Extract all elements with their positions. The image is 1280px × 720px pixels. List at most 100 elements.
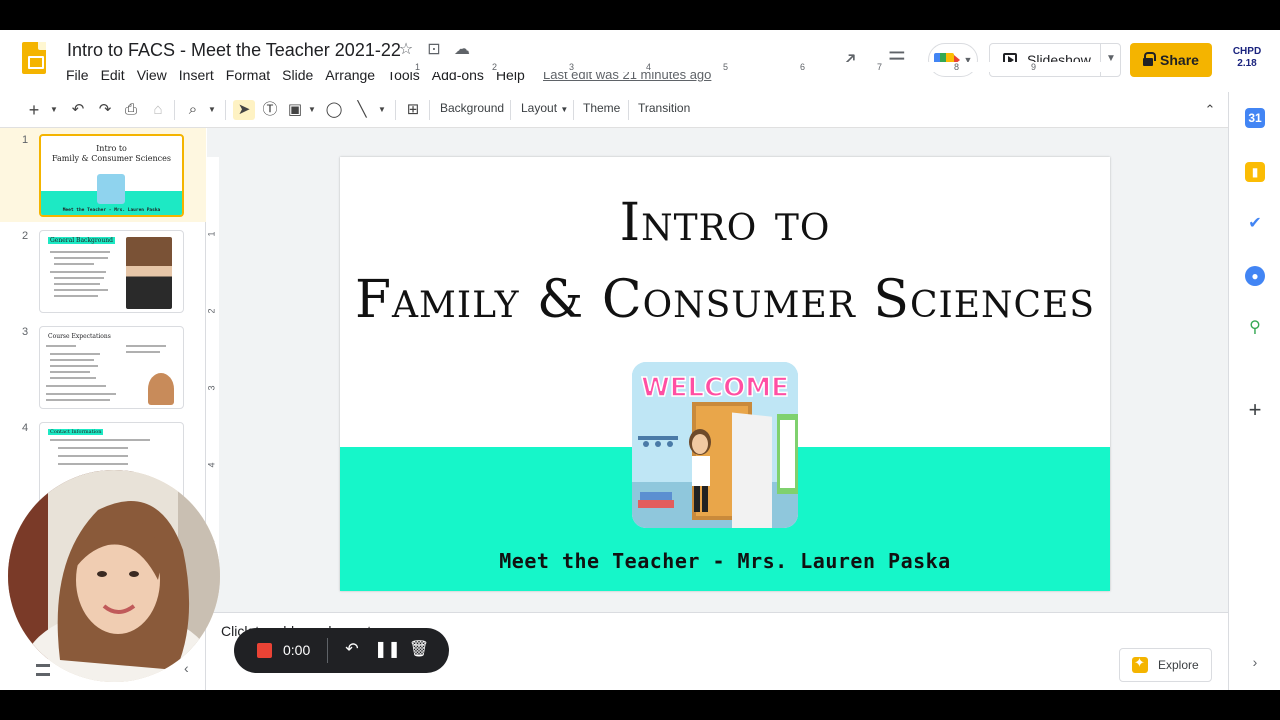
undo-icon[interactable]: ↶ (68, 100, 88, 120)
add-comment-icon[interactable]: ⊞ (403, 100, 423, 120)
thumb-text-line (46, 399, 110, 401)
select-cursor-icon[interactable]: ➤ (233, 100, 255, 120)
account-avatar[interactable]: CHPD 2.18 (1230, 46, 1264, 74)
ruler-tick-label: 3 (206, 385, 217, 391)
collapse-filmstrip-icon[interactable]: ‹ (184, 660, 189, 676)
thumb-text-line (50, 353, 100, 355)
filmstrip-slide-1[interactable]: 1 Intro to Family & Consumer Sciences Me… (0, 128, 206, 222)
slide-number: 1 (22, 134, 29, 146)
current-slide[interactable]: Intro to Family & Consumer Sciences WELC… (340, 157, 1110, 591)
thumb-text-line (50, 359, 94, 361)
delete-icon[interactable]: 🗑 (408, 639, 430, 661)
line-icon[interactable]: ╲ (351, 100, 373, 120)
thumb-welcome-image (97, 174, 125, 204)
menu-file[interactable]: File (60, 66, 95, 84)
welcome-image[interactable]: WELCOME (632, 362, 798, 528)
image-chevron-icon[interactable]: ▼ (306, 100, 318, 120)
text-box-icon[interactable]: Ⓣ (259, 100, 281, 120)
divider (573, 100, 574, 120)
image-icon[interactable]: ▣ (285, 100, 305, 120)
explore-label: Explore (1158, 658, 1199, 672)
print-icon[interactable]: ⎙ (121, 100, 141, 120)
thumb-text-line (126, 345, 166, 347)
thumb-title: Course Expectations (48, 333, 111, 340)
slide-thumbnail[interactable]: General Background (39, 230, 184, 313)
slide-number: 2 (22, 230, 29, 242)
zoom-chevron-icon[interactable]: ▼ (206, 100, 218, 120)
side-panel: 31 ▮ ✔ ● ⚲ + › (1228, 92, 1280, 690)
slide-thumbnail[interactable]: Intro to Family & Consumer Sciences Meet… (39, 134, 184, 217)
chevron-down-icon: ▼ (560, 105, 569, 114)
horizontal-ruler[interactable]: 1 2 3 4 5 6 7 8 9 (342, 62, 1108, 72)
keep-icon[interactable]: ▮ (1245, 162, 1265, 182)
menu-edit[interactable]: Edit (95, 66, 131, 84)
explore-icon (1132, 655, 1148, 673)
menu-view[interactable]: View (131, 66, 173, 84)
shape-icon[interactable]: ◯ (323, 100, 345, 120)
zoom-icon[interactable]: ⌕ (183, 100, 203, 120)
slide-subtitle[interactable]: Meet the Teacher - Mrs. Lauren Paska (340, 549, 1110, 573)
thumb-text-line (58, 455, 128, 457)
pause-icon[interactable]: ❚❚ (374, 639, 401, 661)
webcam-bubble[interactable] (8, 470, 220, 682)
thumb-text-line (126, 351, 160, 353)
new-slide-chevron-icon[interactable]: ▼ (48, 100, 60, 120)
thumb-text-line (54, 283, 100, 285)
cloud-status-icon[interactable]: ☁ (453, 41, 471, 59)
webcam-video (8, 470, 220, 682)
stop-recording-button[interactable] (257, 643, 272, 658)
layout-label: Layout (521, 101, 558, 115)
transition-button[interactable]: Transition (638, 101, 690, 115)
menu-insert[interactable]: Insert (173, 66, 220, 84)
line-chevron-icon[interactable]: ▼ (376, 100, 388, 120)
layout-button[interactable]: Layout ▼ (521, 101, 568, 115)
filmstrip-slide-2[interactable]: 2 General Background (0, 224, 206, 318)
grid-view-icon[interactable] (36, 664, 50, 676)
paint-format-icon[interactable]: ⌂ (148, 100, 168, 120)
menu-format[interactable]: Format (220, 66, 276, 84)
slide-title[interactable]: Intro to Family & Consumer Sciences (340, 187, 1110, 341)
menu-slide[interactable]: Slide (276, 66, 319, 84)
app-header: Intro to FACS - Meet the Teacher 2021-22… (0, 30, 1280, 92)
tasks-icon[interactable]: ✔ (1245, 214, 1265, 234)
redo-icon[interactable]: ↷ (95, 100, 115, 120)
star-icon[interactable]: ☆ (397, 41, 415, 59)
ruler-tick-label: 4 (646, 62, 652, 72)
theme-button[interactable]: Theme (583, 101, 620, 115)
explore-button[interactable]: Explore (1119, 648, 1212, 682)
thumb-text-line (50, 365, 98, 367)
maps-icon[interactable]: ⚲ (1245, 318, 1265, 338)
vertical-ruler[interactable]: 12345 (207, 157, 219, 590)
calendar-icon[interactable]: 31 (1245, 108, 1265, 128)
slide-thumbnail[interactable]: Course Expectations (39, 326, 184, 409)
thumb-text-line (46, 393, 116, 395)
filmstrip-slide-3[interactable]: 3 Course Expectations (0, 320, 206, 414)
share-label: Share (1160, 52, 1199, 68)
thumb-text-line (46, 345, 76, 347)
ruler-tick-label: 3 (569, 62, 575, 72)
document-title[interactable]: Intro to FACS - Meet the Teacher 2021-22 (67, 40, 401, 61)
thumb-text-line (50, 377, 96, 379)
thumb-text-line (58, 447, 128, 449)
thumb-text-line (54, 295, 98, 297)
contacts-icon[interactable]: ● (1245, 266, 1265, 286)
new-slide-icon[interactable]: + (26, 100, 42, 120)
add-on-plus-icon[interactable]: + (1245, 399, 1265, 421)
slide-number: 4 (22, 422, 29, 434)
move-folder-icon[interactable]: ⊡ (425, 41, 443, 59)
divider (174, 100, 175, 120)
restart-icon[interactable]: ↶ (341, 639, 363, 661)
slides-app: Intro to FACS - Meet the Teacher 2021-22… (0, 30, 1280, 690)
collapse-toolbar-icon[interactable]: ⌃ (1200, 100, 1220, 120)
divider (628, 100, 629, 120)
ruler-tick-label: 8 (954, 62, 960, 72)
expand-panel-icon[interactable]: › (1245, 652, 1265, 672)
divider (510, 100, 511, 120)
background-button[interactable]: Background (440, 101, 504, 115)
share-button[interactable]: Share (1130, 43, 1212, 77)
ruler-tick-label: 7 (877, 62, 883, 72)
toolbar: + ▼ ↶ ↷ ⎙ ⌂ ⌕ ▼ ➤ Ⓣ ▣ ▼ ◯ ╲ ▼ ⊞ Backgrou… (0, 92, 1228, 128)
slide-title-line2: Family & Consumer Sciences (354, 270, 1096, 330)
slides-logo-icon[interactable] (22, 42, 46, 74)
thumb-title-line1: Intro to (96, 144, 127, 153)
